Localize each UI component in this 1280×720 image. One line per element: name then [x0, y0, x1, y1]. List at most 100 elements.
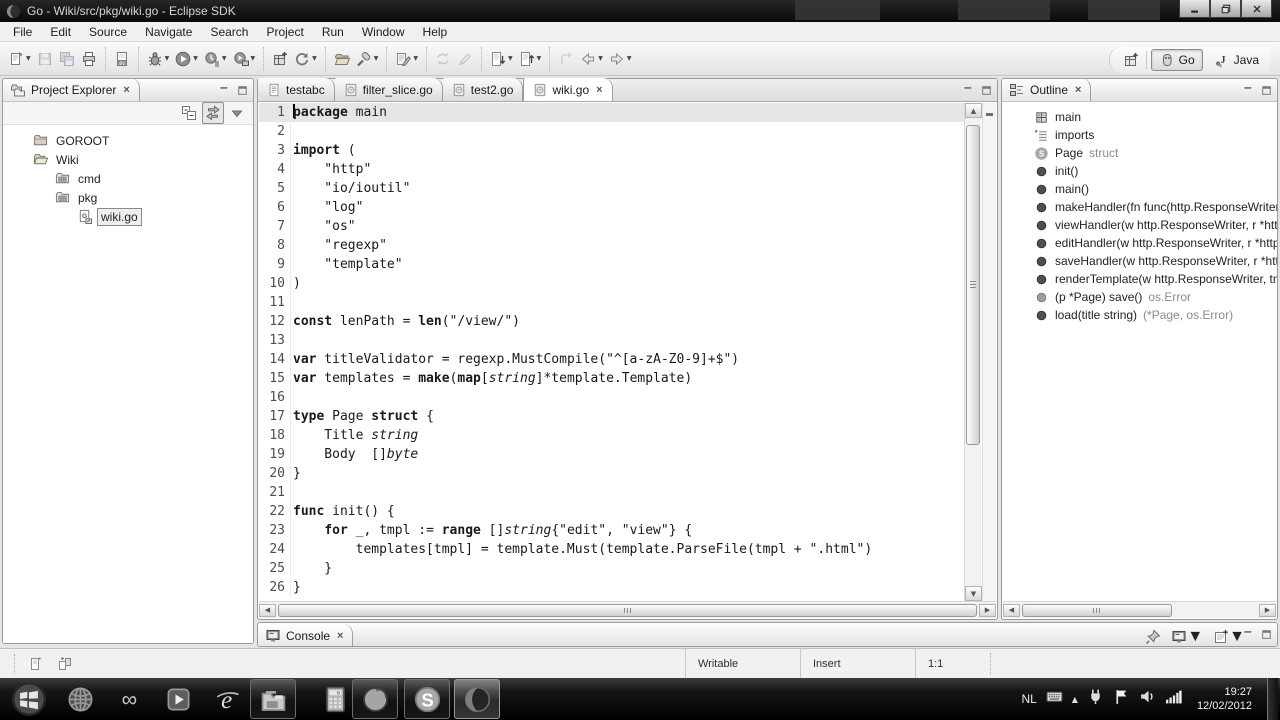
open-resource-button[interactable]: [331, 48, 353, 70]
dropdown-arrow-icon[interactable]: ▼: [412, 55, 418, 62]
next-annotation-button[interactable]: ▼: [487, 48, 516, 70]
code-line-25[interactable]: 25 }: [259, 559, 964, 578]
horizontal-scroll-thumb[interactable]: [278, 603, 977, 617]
close-view-icon[interactable]: ×: [1073, 84, 1081, 96]
run-external-button[interactable]: ▼: [201, 48, 230, 70]
scroll-down-icon[interactable]: ▼: [965, 586, 982, 601]
code-line-8[interactable]: 8 "regexp": [259, 236, 964, 255]
menu-navigate[interactable]: Navigate: [136, 23, 201, 41]
menu-help[interactable]: Help: [414, 23, 457, 41]
run-last-button[interactable]: ▼: [230, 48, 259, 70]
taskbar-start-button[interactable]: [6, 679, 52, 719]
taskbar-firefox[interactable]: [352, 679, 398, 719]
code-line-2[interactable]: 2: [259, 122, 964, 141]
code-line-3[interactable]: 3 import (: [259, 141, 964, 160]
code-editor[interactable]: 1 package main 2 3 import (4 "http" 5 "io/iou…: [259, 103, 964, 601]
scroll-up-icon[interactable]: ▲: [965, 103, 982, 118]
taskbar-clock[interactable]: 19:27 12/02/2012: [1191, 685, 1258, 713]
action-center-button[interactable]: [1113, 688, 1130, 710]
code-line-17[interactable]: 17 type Page struct {: [259, 407, 964, 426]
outline-item[interactable]: renderTemplate(w http.ResponseWriter, tm…: [1002, 270, 1277, 288]
outline-item[interactable]: load(title string) (*Page, os.Error): [1002, 306, 1277, 324]
editor-tab-wiki-go[interactable]: Gwiki.go ×: [523, 78, 613, 101]
code-line-23[interactable]: 23 for _, tmpl := range []string{"edit",…: [259, 521, 964, 540]
code-line-24[interactable]: 24 templates[tmpl] = template.Must(templ…: [259, 540, 964, 559]
network-button[interactable]: [1165, 688, 1182, 710]
taskbar-network-globe[interactable]: [57, 679, 103, 719]
taskbar-windows-explorer[interactable]: [250, 679, 296, 719]
taskbar-skype[interactable]: S: [404, 679, 450, 719]
forward-button[interactable]: ▼: [606, 48, 635, 70]
back-button[interactable]: ▼: [577, 48, 606, 70]
display-selected-console-button[interactable]: ▼: [1169, 626, 1205, 646]
dropdown-arrow-icon[interactable]: ▼: [192, 55, 198, 62]
close-tab-icon[interactable]: ×: [594, 84, 602, 96]
outline-item[interactable]: saveHandler(w http.ResponseWriter, r *ht…: [1002, 252, 1277, 270]
outline-item[interactable]: makeHandler(fn func(http.ResponseWriter,: [1002, 198, 1277, 216]
outline-item[interactable]: imports: [1002, 126, 1277, 144]
code-line-1[interactable]: 1 package main: [259, 103, 964, 122]
dropdown-arrow-icon[interactable]: ▼: [311, 55, 317, 62]
code-line-11[interactable]: 11: [259, 293, 964, 312]
volume-button[interactable]: [1139, 688, 1156, 710]
dropdown-arrow-icon[interactable]: ▼: [507, 55, 513, 62]
outline-item[interactable]: main: [1002, 108, 1277, 126]
debug-button[interactable]: ▼: [144, 48, 173, 70]
dropdown-arrow-icon[interactable]: ▼: [626, 55, 632, 62]
trim-fast-view-button[interactable]: [25, 654, 45, 674]
taskbar-media-player[interactable]: [155, 679, 201, 719]
menu-source[interactable]: Source: [80, 23, 136, 41]
dropdown-arrow-icon[interactable]: ▼: [164, 55, 170, 62]
new-project-button[interactable]: [269, 48, 291, 70]
window-close-button[interactable]: [1241, 0, 1272, 18]
tree-item-pkg[interactable]: pkg: [3, 188, 253, 207]
tree-item-wiki[interactable]: Wiki: [3, 150, 253, 169]
console-tab[interactable]: Console ×: [258, 624, 354, 646]
outline-item[interactable]: init(): [1002, 162, 1277, 180]
console-minimize-button[interactable]: [1241, 627, 1255, 641]
dropdown-arrow-icon[interactable]: ▼: [597, 55, 603, 62]
code-line-22[interactable]: 22 func init() {: [259, 502, 964, 521]
mark-occurrences-button[interactable]: ▼: [392, 48, 421, 70]
code-line-26[interactable]: 26}: [259, 578, 964, 597]
dropdown-arrow-icon[interactable]: ▼: [373, 55, 379, 62]
code-line-6[interactable]: 6 "log": [259, 198, 964, 217]
code-line-16[interactable]: 16: [259, 388, 964, 407]
dropdown-arrow-icon[interactable]: ▼: [536, 55, 542, 62]
editor-horizontal-scrollbar[interactable]: ◀ ▶: [259, 601, 996, 618]
dropdown-arrow-icon[interactable]: ▼: [1187, 628, 1203, 646]
explorer-minimize-button[interactable]: [217, 83, 231, 97]
editor-tab-testabc[interactable]: testabc: [258, 78, 335, 101]
vertical-scroll-thumb[interactable]: [966, 125, 980, 445]
scroll-right-icon[interactable]: ▶: [1259, 603, 1276, 617]
tree-item-goroot[interactable]: GOROOT: [3, 131, 253, 150]
perspective-java-button[interactable]: J Java: [1207, 50, 1266, 70]
code-line-7[interactable]: 7 "os": [259, 217, 964, 236]
outline-item[interactable]: main(): [1002, 180, 1277, 198]
menu-run[interactable]: Run: [313, 23, 353, 41]
code-line-5[interactable]: 5 "io/ioutil": [259, 179, 964, 198]
taskbar-internet-explorer[interactable]: e: [204, 679, 250, 719]
power-button[interactable]: [1087, 688, 1104, 710]
code-line-14[interactable]: 14 var titleValidator = regexp.MustCompil…: [259, 350, 964, 369]
editor-maximize-button[interactable]: [979, 83, 993, 97]
outline-minimize-button[interactable]: [1241, 83, 1255, 97]
perspective-go-button[interactable]: Go: [1150, 49, 1203, 71]
taskbar-infinity-app[interactable]: ∞: [106, 679, 152, 719]
run-button[interactable]: ▼: [172, 48, 201, 70]
editor-minimize-button[interactable]: [961, 83, 975, 97]
view-menu-button[interactable]: [227, 103, 247, 123]
code-line-21[interactable]: 21: [259, 483, 964, 502]
editor-tab-filter_slice-go[interactable]: Gfilter_slice.go: [334, 78, 443, 101]
taskbar-eclipse[interactable]: [454, 679, 500, 719]
close-view-icon[interactable]: ×: [121, 84, 129, 96]
trim-layout-button[interactable]: [55, 654, 75, 674]
tree-item-wiki-go[interactable]: Gwiki.go: [3, 207, 253, 226]
keyboard-button[interactable]: [1046, 688, 1063, 710]
tree-item-cmd[interactable]: cmd: [3, 169, 253, 188]
scroll-left-icon[interactable]: ◀: [1003, 603, 1020, 617]
menu-window[interactable]: Window: [353, 23, 414, 41]
code-line-13[interactable]: 13: [259, 331, 964, 350]
editor-tab-test2-go[interactable]: Gtest2.go: [442, 78, 524, 101]
pin-console-button[interactable]: [1143, 627, 1163, 646]
